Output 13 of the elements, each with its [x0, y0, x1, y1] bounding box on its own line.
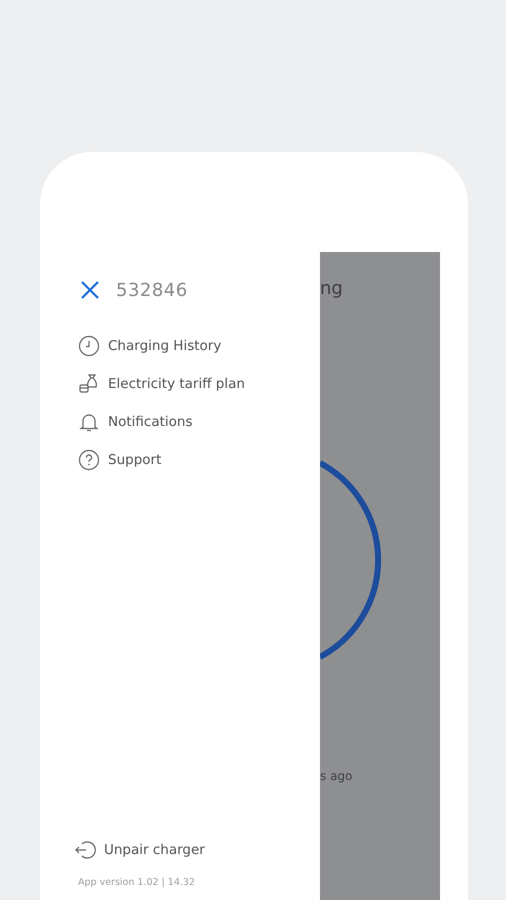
help-icon — [78, 449, 100, 471]
screen-title: ng — [320, 278, 343, 299]
menu-item[interactable]: Charging History — [78, 327, 320, 365]
menu-item[interactable]: Electricity tariff plan — [78, 365, 320, 403]
menu-item[interactable]: Support — [78, 441, 320, 479]
app-version: App version 1.02 | 14.32 — [78, 877, 196, 888]
menu-item[interactable]: Notifications — [78, 403, 320, 441]
exit-icon — [74, 839, 96, 861]
charger-id: 532846 — [116, 280, 188, 300]
unpair-button[interactable]: Unpair charger — [74, 839, 320, 861]
tariff-icon — [78, 373, 100, 395]
status-text: s ago — [320, 769, 352, 783]
clock-icon — [78, 335, 100, 357]
